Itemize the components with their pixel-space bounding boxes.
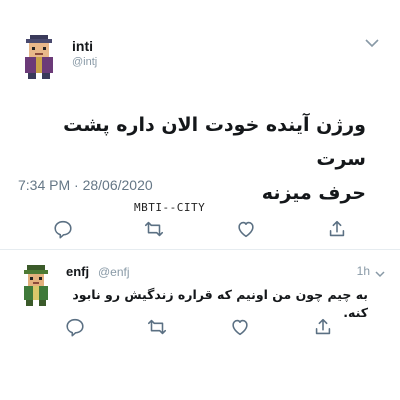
chevron-down-icon[interactable] bbox=[364, 36, 380, 48]
reply-icon[interactable] bbox=[64, 316, 86, 338]
tweet-action-bar bbox=[0, 218, 400, 242]
reply-action-bar bbox=[0, 316, 400, 340]
retweet-icon[interactable] bbox=[146, 316, 168, 338]
author-name[interactable]: inti bbox=[72, 38, 93, 54]
like-icon[interactable] bbox=[235, 218, 257, 240]
tweet-text: ورژن آینده خودت الان داره پشت سرت حرف می… bbox=[26, 108, 366, 210]
watermark-text: MBTI--CITY bbox=[134, 201, 206, 214]
reply-author-handle[interactable]: @enfj bbox=[98, 265, 130, 279]
retweet-icon[interactable] bbox=[143, 218, 165, 240]
pixel-character-avatar-icon bbox=[25, 35, 53, 79]
tweet-timestamp[interactable]: 7:34 PM · 28/06/2020 bbox=[18, 177, 153, 193]
reply-author-avatar[interactable] bbox=[18, 262, 54, 308]
like-icon[interactable] bbox=[229, 316, 251, 338]
reply-age[interactable]: 1h bbox=[357, 264, 370, 278]
reply-author-name[interactable]: enfj bbox=[66, 264, 89, 279]
author-avatar[interactable] bbox=[18, 33, 60, 81]
author-handle[interactable]: @intj bbox=[72, 56, 97, 68]
pixel-character-avatar-icon bbox=[24, 265, 48, 306]
share-icon[interactable] bbox=[326, 218, 348, 240]
main-tweet: inti @intj ورژن آینده خودت الان داره پشت… bbox=[0, 0, 400, 250]
reply-icon[interactable] bbox=[52, 218, 74, 240]
share-icon[interactable] bbox=[312, 316, 334, 338]
chevron-down-icon[interactable] bbox=[374, 266, 386, 278]
tweet-text-line: ورژن آینده خودت الان داره پشت سرت bbox=[63, 114, 366, 170]
